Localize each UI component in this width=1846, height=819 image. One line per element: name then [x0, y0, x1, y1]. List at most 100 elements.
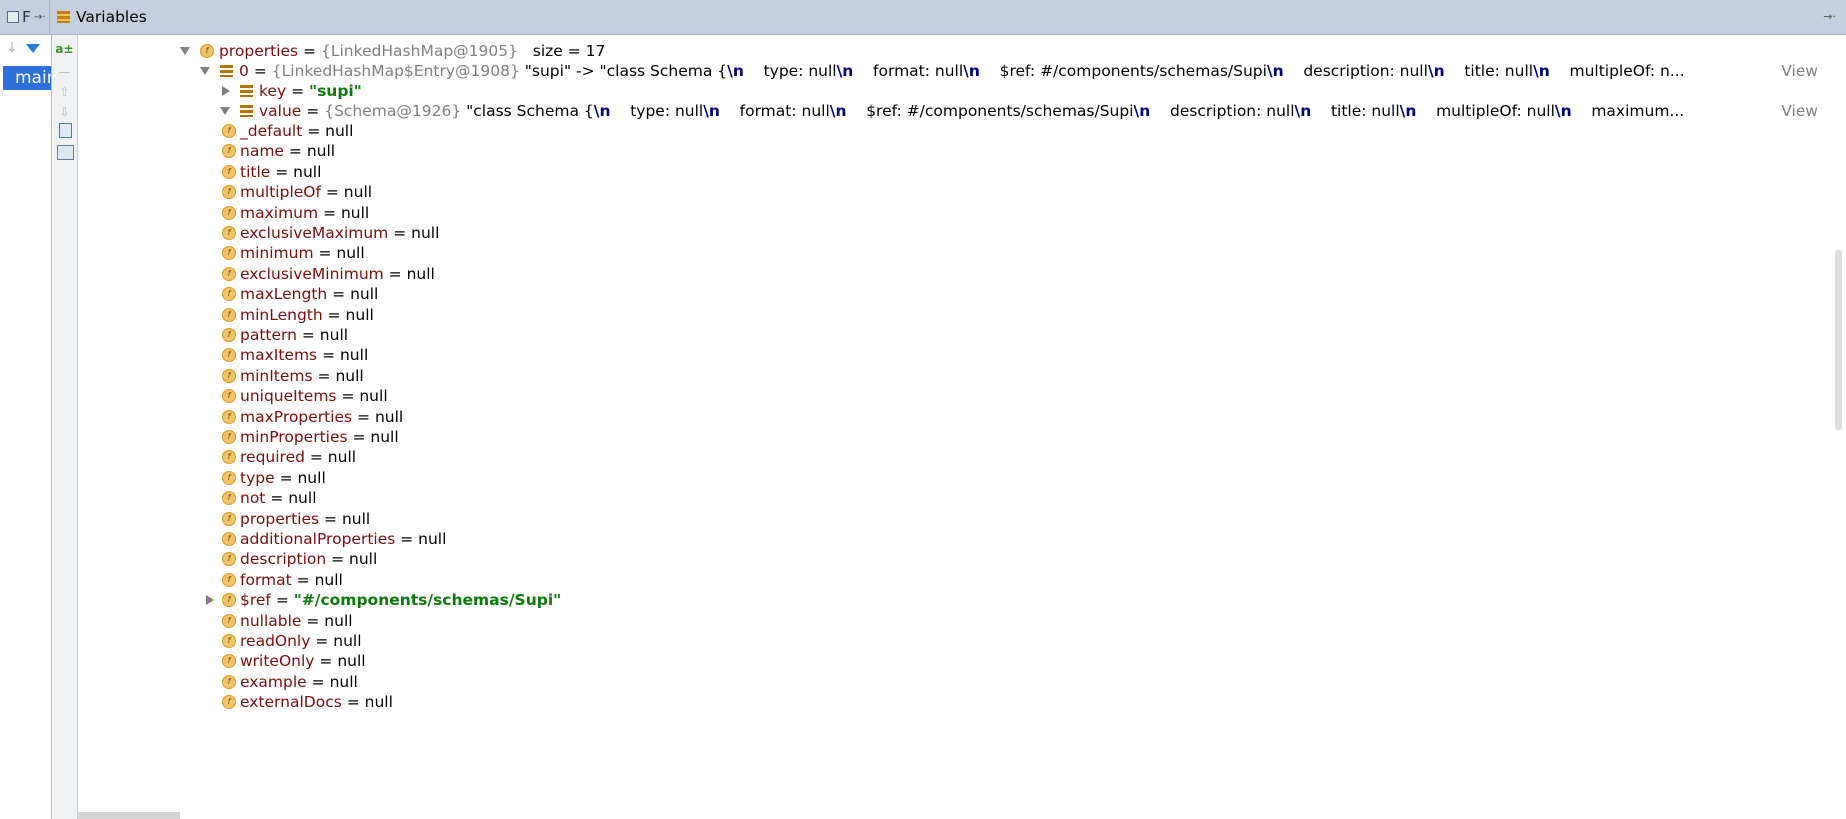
- up-arrow-icon[interactable]: ⇧: [56, 83, 73, 100]
- panel-header: F →· Variables →·: [0, 0, 1846, 35]
- thread-name: main: [15, 68, 51, 88]
- collapse-icon[interactable]: [180, 47, 190, 55]
- variables-toolbar: a± — ⇧ ⇩: [52, 35, 78, 819]
- field-icon: f: [222, 348, 236, 363]
- preview-segment: \n: [593, 102, 611, 120]
- field-icon: f: [222, 124, 236, 138]
- field-name: $ref: [240, 591, 271, 610]
- horizontal-scrollbar[interactable]: [78, 812, 180, 819]
- preview-segment: $ref: #/components/schemas/Supi: [979, 62, 1267, 80]
- collapse-icon[interactable]: [200, 67, 210, 75]
- watches-icon[interactable]: [57, 145, 74, 160]
- var-name: 0: [239, 62, 249, 80]
- field-icon: f: [222, 572, 236, 587]
- minus-icon[interactable]: —: [56, 63, 73, 80]
- field-name: maxItems: [240, 346, 318, 365]
- field-icon: f: [222, 368, 236, 383]
- field-value: "#/components/schemas/Supi": [293, 591, 562, 610]
- preview-segment: format: null: [853, 62, 964, 80]
- field-icon: f: [222, 307, 236, 322]
- field-value: null: [324, 611, 353, 630]
- preview-segment: \n: [836, 62, 854, 80]
- field-value: null: [370, 428, 399, 446]
- field-value: null: [306, 142, 336, 161]
- vertical-scrollbar[interactable]: [1835, 250, 1842, 430]
- field-value: null: [343, 183, 373, 202]
- frames-tab[interactable]: F →·: [0, 0, 50, 34]
- arrow-down-icon[interactable]: ↓: [6, 40, 18, 56]
- field-name: minProperties: [240, 428, 348, 446]
- filter-icon[interactable]: [25, 43, 40, 53]
- preview-segment: multipleOf: null: [1416, 102, 1555, 120]
- field-value: null: [345, 305, 374, 324]
- field-value: null: [340, 203, 370, 222]
- field-name: maxProperties: [240, 407, 353, 426]
- field-icon: f: [222, 491, 236, 506]
- preview-segment: title: null: [1311, 102, 1400, 120]
- field-name: nullable: [240, 611, 302, 630]
- field-value: null: [335, 366, 364, 385]
- variables-tab[interactable]: Variables: [57, 0, 147, 34]
- expand-icon[interactable]: [206, 595, 214, 606]
- field-value: null: [406, 264, 435, 283]
- field-name: maxLength: [240, 285, 328, 304]
- field-value: null: [325, 122, 354, 140]
- field-icon: f: [222, 144, 236, 159]
- field-name: additionalProperties: [240, 530, 396, 548]
- field-value: null: [336, 244, 365, 263]
- field-icon: f: [222, 287, 236, 302]
- hide-panel-icon[interactable]: →·: [1823, 10, 1836, 23]
- field-value: null: [293, 162, 322, 181]
- field-value: null: [341, 509, 371, 528]
- preview-segment: \n: [1133, 102, 1151, 120]
- preview-segment: type: null: [610, 102, 704, 120]
- field-name: type: [240, 468, 275, 487]
- field-icon: f: [222, 470, 236, 485]
- field-icon: f: [222, 226, 236, 240]
- field-row[interactable]: f externalDocs = null: [78, 690, 1818, 714]
- field-name: not: [240, 489, 266, 508]
- field-icon: f: [222, 328, 236, 342]
- variables-tab-label: Variables: [76, 8, 147, 26]
- var-size: size = 17: [532, 42, 606, 60]
- field-value: null: [418, 530, 447, 548]
- pin-icon[interactable]: →·: [34, 12, 46, 23]
- frames-toolbar: ↓: [0, 36, 51, 60]
- copy-icon[interactable]: [59, 123, 72, 138]
- field-icon: f: [222, 654, 236, 669]
- field-icon: f: [222, 593, 236, 608]
- variables-tree: f properties = {LinkedHashMap@1905} size…: [78, 35, 1846, 819]
- field-icon: f: [222, 389, 236, 404]
- field-icon: f: [222, 532, 236, 546]
- field-name: minLength: [240, 305, 323, 324]
- field-name: uniqueItems: [240, 387, 337, 406]
- field-value: null: [374, 407, 404, 426]
- field-name: maximum: [240, 203, 319, 222]
- preview-segment: maximum...: [1571, 102, 1685, 120]
- field-value: null: [364, 693, 393, 712]
- preview-segment: \n: [963, 62, 980, 80]
- field-icon: f: [222, 205, 236, 220]
- expand-icon[interactable]: [222, 86, 230, 96]
- variables-icon: [57, 11, 70, 23]
- field-name: exclusiveMinimum: [240, 264, 384, 283]
- field-name: _default: [240, 122, 303, 140]
- field-name: title: [240, 162, 271, 181]
- preview-segment: "supi" -> "class Schema {: [524, 62, 728, 80]
- field-value: null: [333, 632, 362, 650]
- evaluate-icon[interactable]: a±: [55, 40, 73, 57]
- down-arrow-icon[interactable]: ⇩: [56, 103, 73, 120]
- field-icon: f: [222, 430, 236, 444]
- field-name: readOnly: [240, 632, 311, 650]
- thread-selector[interactable]: main: [3, 66, 51, 90]
- collapse-icon[interactable]: [220, 107, 230, 115]
- field-icon: f: [222, 164, 236, 179]
- field-value: null: [339, 346, 369, 365]
- field-icon: f: [222, 185, 236, 200]
- preview-segment: \n: [829, 102, 847, 120]
- frames-tab-label: F: [22, 8, 31, 26]
- var-name: properties: [219, 42, 299, 60]
- field-value: null: [411, 224, 440, 242]
- field-icon: f: [222, 511, 236, 526]
- preview-segment: \n: [1554, 102, 1572, 120]
